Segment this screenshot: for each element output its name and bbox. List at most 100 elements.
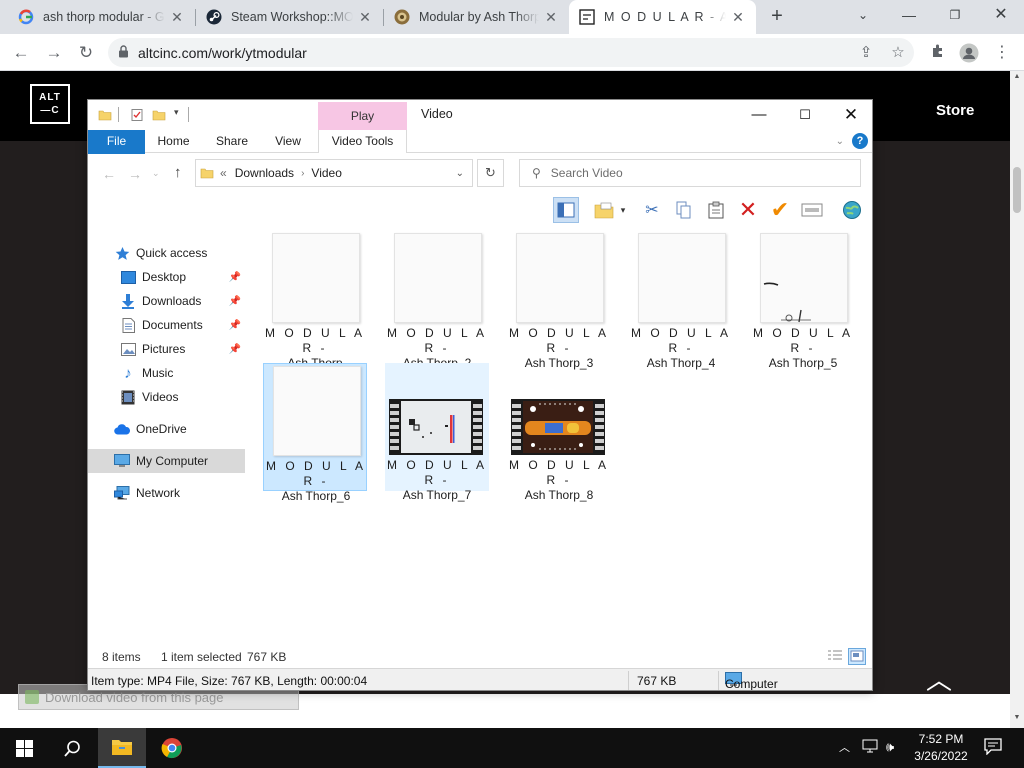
volume-icon[interactable]: 🕪 [886,739,894,755]
breadcrumb-downloads[interactable]: Downloads [235,166,294,180]
start-button[interactable] [0,728,48,768]
scrollbar-thumb[interactable] [1013,167,1021,213]
menu-kebab-icon[interactable]: ⋮ [992,43,1012,63]
search-input[interactable]: ⚲ Search Video [519,159,861,187]
nav-quick-access[interactable]: Quick access [88,241,245,265]
file-item[interactable]: M O D U L A R -Ash Thorp_2 [385,231,489,370]
file-item-hovered[interactable]: M O D U L A R - Ash Thorp_7 [385,363,489,502]
share-icon[interactable]: ⇪ [856,43,876,63]
nav-pictures[interactable]: Pictures 📌 [88,337,245,361]
tab-close-icon[interactable]: ✕ [730,9,746,25]
contextual-tab-group[interactable]: Play [318,102,407,130]
file-list: M O D U L A R -Ash Thorp M O D U L A R -… [245,228,872,640]
view-dropdown-icon[interactable]: ▾ [617,197,629,223]
tab-modular-active[interactable]: M O D U L A R - Ash Th ✕ [569,0,756,34]
breadcrumb-video[interactable]: Video [311,166,341,180]
globe-icon[interactable] [839,197,865,223]
expand-ribbon-icon[interactable]: ⌄ [836,136,844,147]
taskbar-file-explorer[interactable] [98,728,146,768]
scroll-up-icon[interactable]: ▲ [1012,73,1022,80]
tab-close-icon[interactable]: ✕ [543,9,559,25]
tab-search-icon[interactable]: ⌄ [840,0,886,30]
nav-videos[interactable]: Videos [88,385,245,409]
cut-icon[interactable]: ✂ [639,197,665,223]
back-arrow-icon[interactable]: ← [8,40,34,66]
up-arrow-icon[interactable]: ↑ [174,164,182,181]
view-folder-icon[interactable] [591,197,617,223]
profile-avatar-icon[interactable] [959,43,979,63]
recent-locations-icon[interactable]: ⌄ [152,168,160,179]
tab-modular-ash-thorp[interactable]: Modular by Ash Thorp ✕ [384,0,569,34]
nav-onedrive[interactable]: OneDrive [88,417,245,441]
page-scrollbar[interactable]: ▲ ▼ [1010,71,1024,728]
nav-music[interactable]: ♪ Music [88,361,245,385]
scroll-down-icon[interactable]: ▼ [1012,714,1022,721]
paste-icon[interactable] [703,197,729,223]
address-dropdown-icon[interactable]: ⌄ [456,168,464,179]
network-tray-icon[interactable] [862,739,878,756]
details-view-icon[interactable] [826,648,844,665]
explorer-close-button[interactable]: ✕ [828,100,872,130]
tab-close-icon[interactable]: ✕ [357,9,373,25]
tab-home[interactable]: Home [151,130,196,153]
help-icon[interactable]: ? [852,133,868,149]
explorer-minimize-button[interactable]: — [736,100,782,130]
show-hidden-icons[interactable]: ︿ [839,739,850,755]
breadcrumb-separator-icon[interactable]: › [301,168,304,179]
nav-downloads[interactable]: Downloads 📌 [88,289,245,313]
large-icons-view-icon[interactable] [848,648,866,665]
delete-icon[interactable]: ✕ [735,197,761,223]
bookmark-star-icon[interactable]: ☆ [888,43,908,63]
file-item[interactable]: M O D U L A R - Ash Thorp_8 [507,363,611,502]
tab-close-icon[interactable]: ✕ [169,9,185,25]
forward-arrow-icon[interactable]: → [128,166,142,182]
file-item[interactable]: M O D U L A R -Ash Thorp [263,231,367,370]
properties-icon[interactable] [130,108,144,122]
notifications-icon[interactable] [984,738,1002,758]
file-item[interactable]: M O D U L A R - Ash Thorp_3 [507,231,611,370]
nav-my-computer[interactable]: My Computer [88,449,245,473]
store-link[interactable]: Store [936,102,974,119]
forward-arrow-icon[interactable]: → [41,40,67,66]
properties-icon[interactable] [799,197,825,223]
file-item[interactable]: M O D U L A R - Ash Thorp_4 [629,231,733,370]
file-item[interactable]: M O D U L A R - Ash Thorp_5 [751,231,855,370]
restore-button[interactable]: ❐ [932,0,978,30]
system-clock[interactable]: 7:52 PM 3/26/2022 [910,731,972,765]
reload-icon[interactable]: ↻ [73,40,99,66]
tab-google-search[interactable]: ash thorp modular - Go ✕ [8,0,195,34]
new-folder-icon[interactable] [152,108,166,122]
preview-pane-icon[interactable] [553,197,579,223]
tab-share[interactable]: Share [208,130,256,153]
search-button[interactable] [48,728,96,768]
explorer-maximize-button[interactable]: ☐ [782,100,828,130]
tab-video-tools[interactable]: Video Tools [318,130,407,153]
copy-icon[interactable] [671,197,697,223]
pin-icon[interactable]: 📌 [229,296,241,307]
address-breadcrumb-bar[interactable]: « Downloads › Video ⌄ [195,159,473,187]
customize-quick-access-icon[interactable]: ▾ [174,107,179,118]
taskbar-chrome[interactable] [148,728,196,768]
logo-text: ALT [39,92,61,103]
nav-documents[interactable]: Documents 📌 [88,313,245,337]
minimize-button[interactable]: — [886,0,932,30]
close-window-button[interactable]: ✕ [978,0,1024,30]
file-item-selected[interactable]: M O D U L A R - Ash Thorp_6 [263,363,367,503]
tab-steam-workshop[interactable]: Steam Workshop::MOD ✕ [196,0,383,34]
extensions-icon[interactable] [928,43,948,63]
new-tab-button[interactable]: + [766,6,788,28]
refresh-button[interactable]: ↻ [477,159,504,187]
breadcrumb-overflow[interactable]: « [220,166,227,180]
rename-check-icon[interactable]: ✔ [767,197,793,223]
pin-icon[interactable]: 📌 [229,320,241,331]
nav-network[interactable]: Network [88,481,245,505]
item-count: 8 items [102,650,141,664]
nav-desktop[interactable]: Desktop 📌 [88,265,245,289]
pin-icon[interactable]: 📌 [229,344,241,355]
pin-icon[interactable]: 📌 [229,272,241,283]
altc-logo[interactable]: ALT —C [30,84,70,124]
back-arrow-icon[interactable]: ← [102,166,116,182]
address-bar[interactable]: altcinc.com/work/ytmodular [108,38,914,67]
tab-view[interactable]: View [268,130,308,153]
scroll-to-top-icon[interactable]: ︿ [926,660,952,697]
